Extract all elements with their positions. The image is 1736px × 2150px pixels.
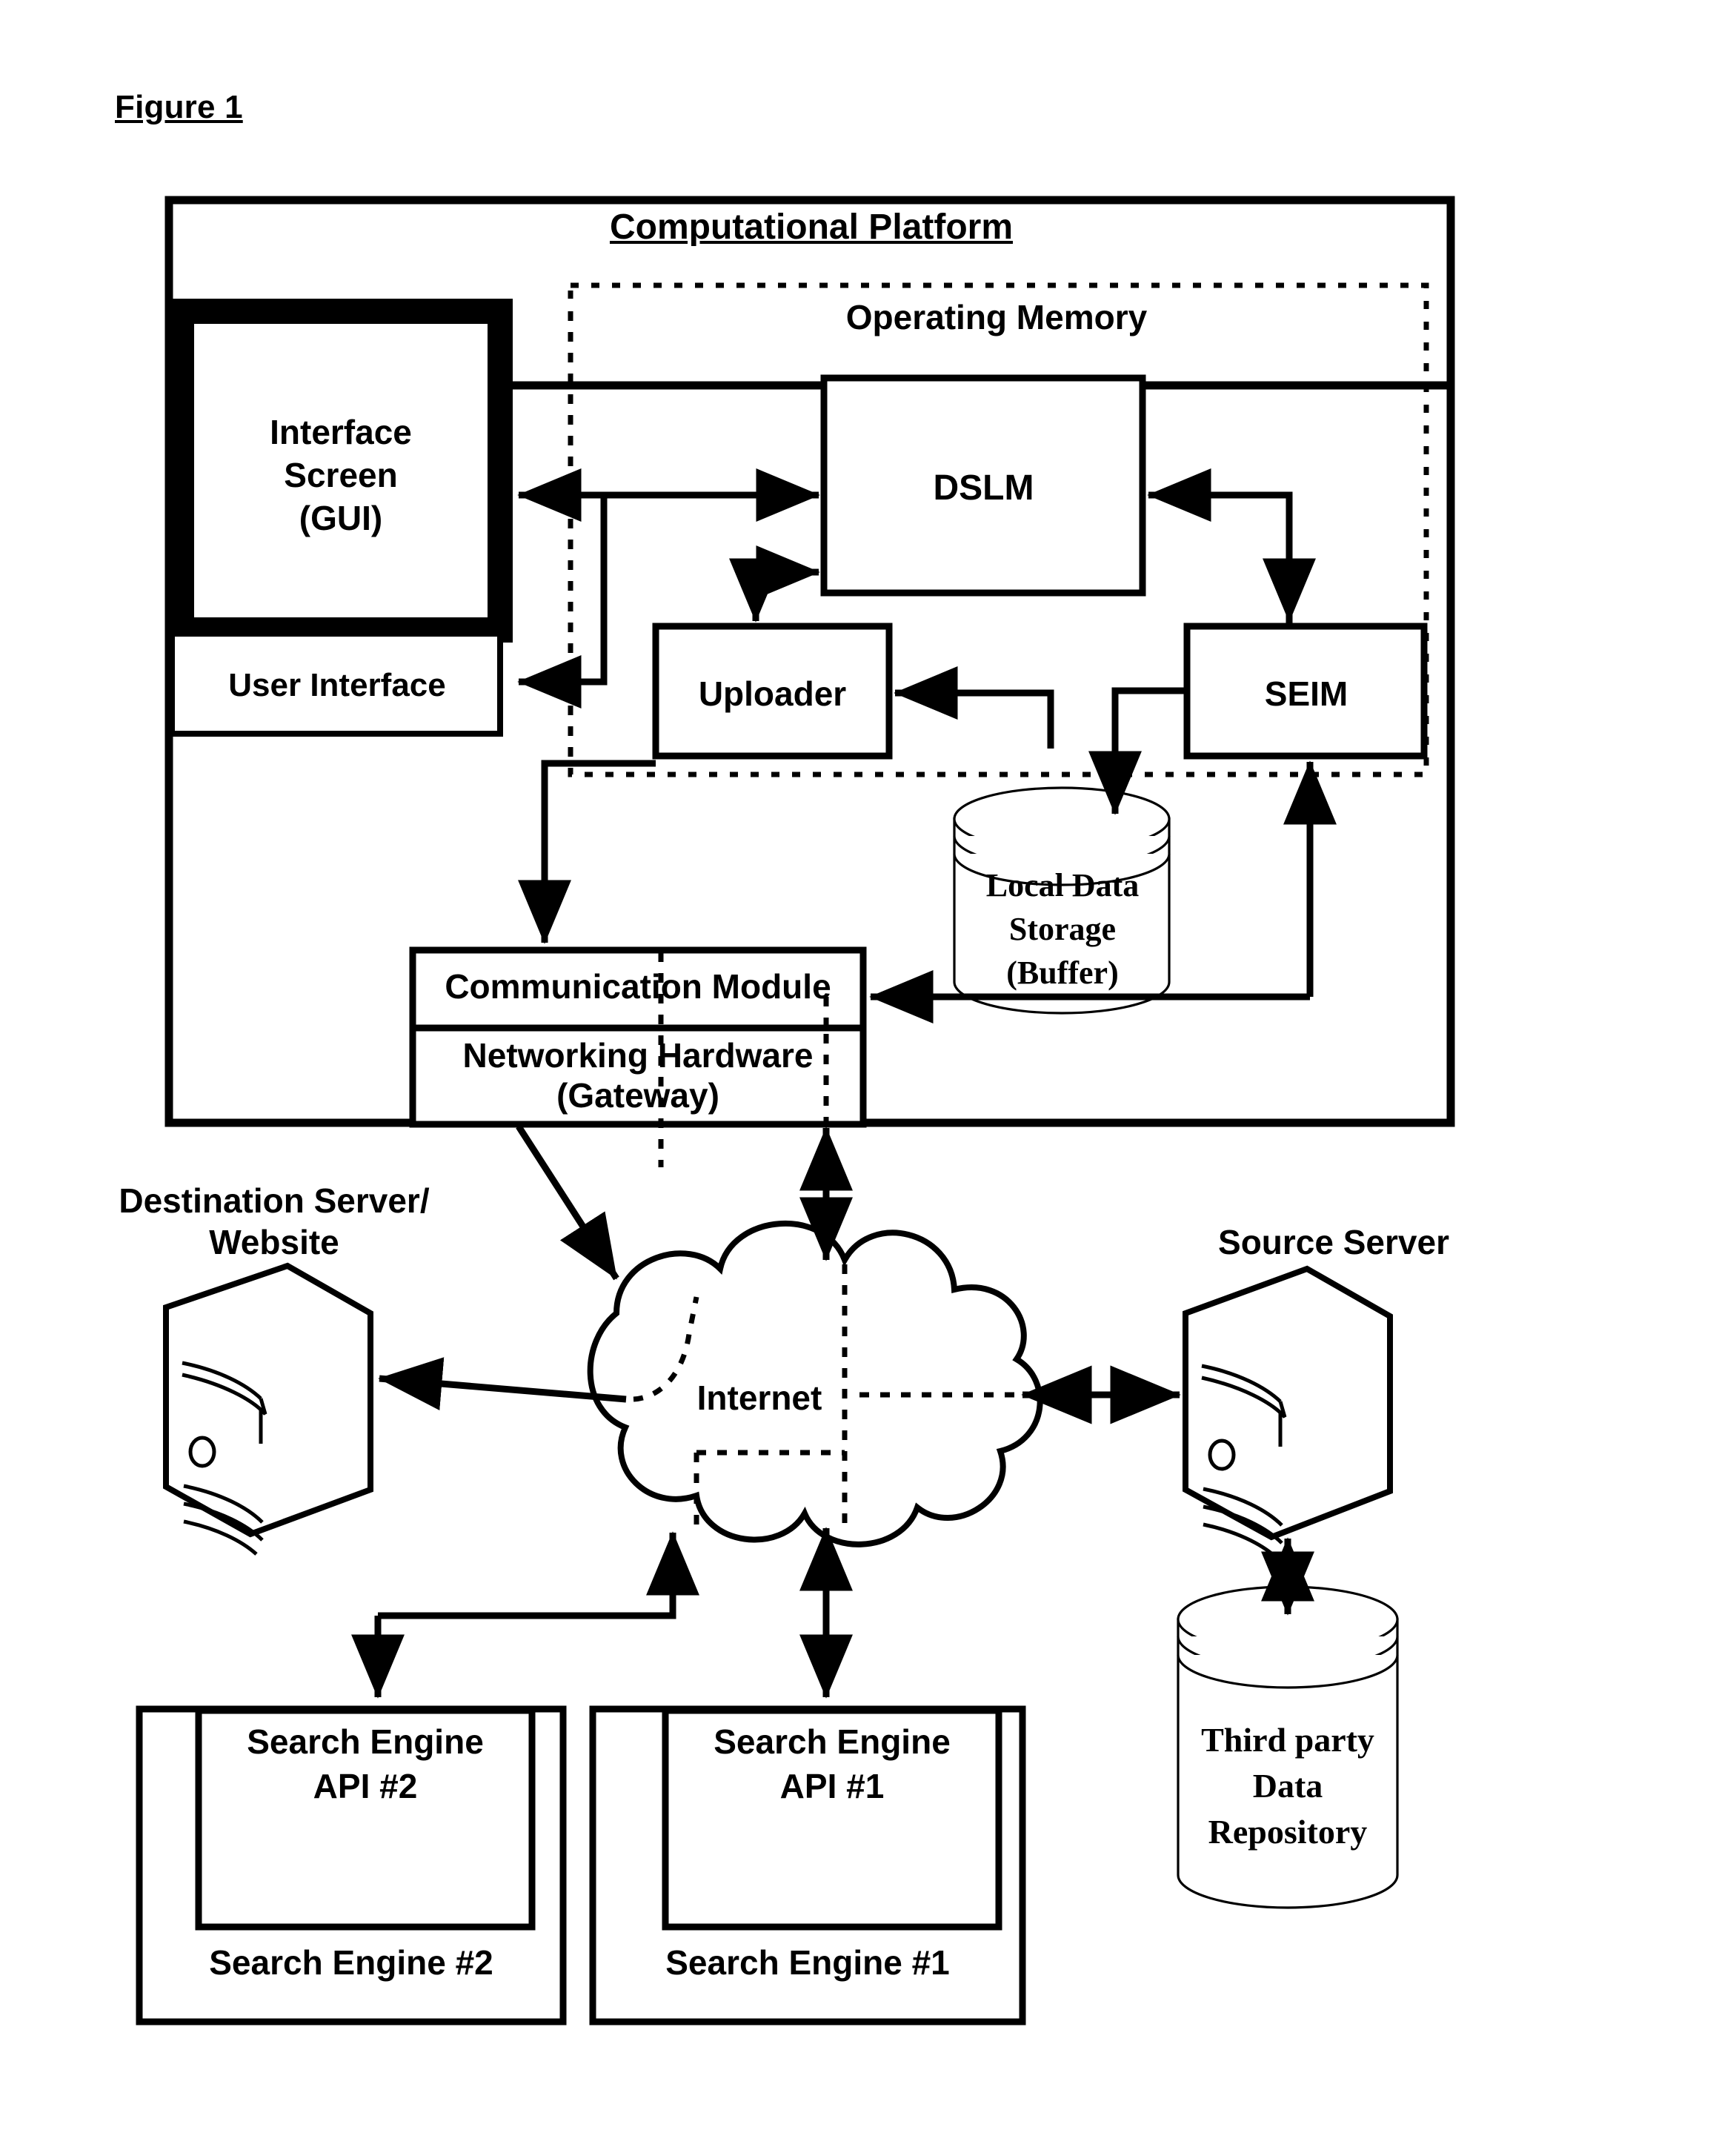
- interface-screen-label-line3: (GUI): [299, 499, 383, 537]
- conn-seim-to-uploader: [894, 666, 1054, 749]
- third-party-label-line3: Repository: [1208, 1813, 1368, 1851]
- interface-screen-label-line2: Screen: [284, 456, 398, 494]
- conn-bus-to-userinterface: [517, 498, 608, 709]
- third-party-label-line2: Data: [1252, 1767, 1323, 1805]
- interface-screen-label-line1: Interface: [270, 413, 412, 451]
- search-engine-api-1-label-line1: Search Engine: [714, 1722, 951, 1761]
- operating-memory-title: Operating Memory: [845, 298, 1148, 336]
- conn-cloud-to-destination: [378, 1357, 627, 1410]
- page-title: Computational Platform: [609, 208, 1013, 247]
- conn-uploader-to-commmodule: [518, 760, 656, 944]
- seim-label: SEIM: [1264, 674, 1348, 713]
- figure-label: Figure 1: [115, 89, 243, 125]
- source-server-label: Source Server: [1218, 1223, 1449, 1261]
- local-storage-label-line1: Local Data: [985, 867, 1140, 903]
- search-engine-api-2-label-line1: Search Engine: [247, 1722, 484, 1761]
- source-server-icon: [1183, 1265, 1393, 1541]
- conn-seim-to-local-storage: [1088, 687, 1187, 815]
- source-server-detail: [1201, 1364, 1287, 1559]
- networking-hardware-label-line2: (Gateway): [556, 1076, 719, 1115]
- networking-hardware-label-line1: Networking Hardware: [462, 1036, 814, 1075]
- conn-uploader-to-dslm: [752, 545, 820, 614]
- conn-se2-to-cloud: [378, 1531, 699, 1619]
- conn-seim-to-dslm: [1147, 468, 1293, 626]
- user-interface-label: User Interface: [228, 667, 446, 703]
- figure-canvas: Figure 1 Computational Platform Operatin…: [0, 0, 1736, 2150]
- search-engine-api-2-label-line2: API #2: [313, 1767, 418, 1805]
- destination-server-icon: [163, 1262, 373, 1538]
- communication-module-label: Communication Module: [445, 967, 831, 1006]
- local-storage-label-line2: Storage: [1008, 911, 1117, 947]
- conn-gateway-to-cloud: [516, 1124, 619, 1281]
- destination-server-detail: [182, 1361, 267, 1556]
- search-engine-2-label: Search Engine #2: [209, 1943, 493, 1982]
- search-engine-1-label: Search Engine #1: [665, 1943, 950, 1982]
- destination-server-label-line1: Destination Server/: [119, 1181, 430, 1220]
- search-engine-api-1-label-line2: API #1: [779, 1767, 885, 1805]
- local-storage-label-line3: (Buffer): [1006, 955, 1119, 991]
- third-party-label-line1: Third party: [1201, 1721, 1374, 1759]
- dslm-label: DSLM: [933, 468, 1034, 508]
- internet-cloud-label: Internet: [696, 1378, 822, 1417]
- uploader-label: Uploader: [698, 674, 847, 713]
- destination-server-label-line2: Website: [209, 1223, 339, 1261]
